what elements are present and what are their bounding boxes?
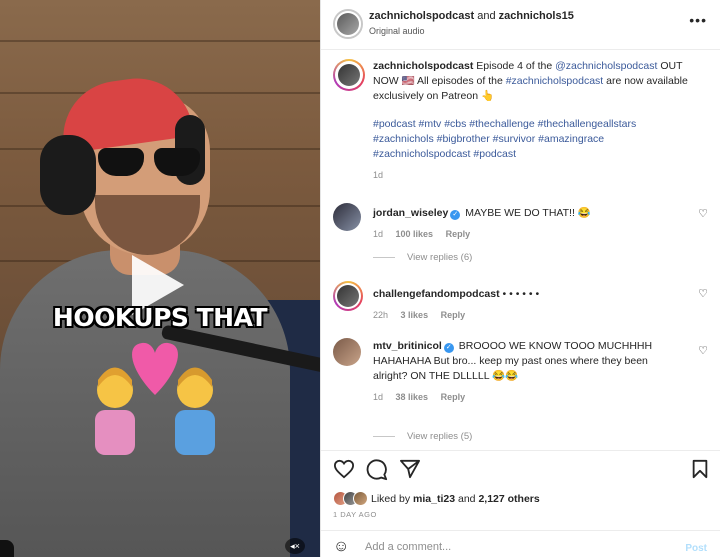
liker-avatar	[353, 491, 368, 506]
post-header: zachnicholspodcast and zachnichols15 Ori…	[321, 0, 720, 50]
bookmark-icon[interactable]	[691, 459, 709, 479]
likes-joiner: and	[457, 493, 476, 505]
smiley-icon[interactable]: ☺	[333, 538, 349, 556]
header-user2[interactable]: zachnichols15	[499, 10, 574, 22]
comment-time: 1d	[373, 392, 384, 402]
comment-meta: 22h 3 likes Reply	[373, 308, 693, 323]
comments-scroll[interactable]: zachnicholspodcast Episode 4 of the @zac…	[321, 51, 720, 446]
add-comment-input[interactable]	[365, 541, 645, 553]
header-user1[interactable]: zachnicholspodcast	[369, 10, 474, 22]
caption-hashtags[interactable]: #podcast #mtv #cbs #thechallenge #thecha…	[373, 117, 693, 162]
view-replies-button[interactable]: View replies (6)	[373, 252, 472, 263]
likes-text: Liked by mia_ti23 and 2,127 others	[371, 493, 540, 505]
comment-meta: 1d 38 likes Reply	[373, 390, 673, 405]
caption-text: zachnicholspodcast Episode 4 of the @zac…	[373, 59, 693, 183]
comment-meta: 1d 100 likes Reply	[373, 227, 693, 242]
comment-username[interactable]: mtv_britinicol	[373, 340, 442, 352]
comment-body: challengefandompodcast • • • • • • 22h 3…	[373, 287, 693, 323]
post-comment-button[interactable]: Post	[685, 543, 707, 554]
comment-username[interactable]: jordan_wiseley	[373, 207, 448, 219]
comment-body: jordan_wiseley ✓ MAYBE WE DO THAT!! 😂 1d …	[373, 206, 693, 242]
comment-time: 22h	[373, 310, 389, 320]
add-comment-bar: ☺ Post	[321, 530, 720, 557]
sunglasses	[98, 148, 202, 178]
wood-plank	[0, 40, 320, 42]
caption-hashtag-inline[interactable]: #zachnicholspodcast	[506, 75, 603, 87]
comment-like-heart-icon[interactable]: ♡	[698, 287, 708, 300]
comment-likes[interactable]: 100 likes	[396, 229, 434, 239]
header-joiner: and	[477, 10, 496, 22]
video-corner	[0, 540, 14, 557]
caption-meta: 1d	[373, 168, 693, 183]
commenter-avatar[interactable]	[333, 338, 361, 366]
reel-video[interactable]: HOOKUPS THAT ◂×	[0, 0, 320, 557]
more-horizontal-icon[interactable]: •••	[689, 12, 707, 28]
comment-username[interactable]: challengefandompodcast	[373, 288, 500, 300]
comment-like-heart-icon[interactable]: ♡	[698, 344, 708, 357]
likes-summary: Liked by mia_ti23 and 2,127 others	[333, 490, 713, 508]
likes-prefix: Liked by	[371, 493, 411, 505]
comment-likes[interactable]: 38 likes	[396, 392, 429, 402]
video-caption: HOOKUPS THAT	[52, 303, 268, 332]
comment-time: 1d	[373, 229, 384, 239]
view-replies-button[interactable]: View replies (5)	[373, 431, 472, 442]
caption-time: 1d	[373, 170, 384, 180]
likes-others[interactable]: 2,127 others	[478, 493, 539, 505]
liker-avatars	[333, 491, 368, 507]
comment-item: jordan_wiseley ✓ MAYBE WE DO THAT!! 😂 1d …	[333, 201, 708, 267]
paper-plane-icon[interactable]	[399, 459, 421, 479]
post-date: 1 DAY AGO	[333, 510, 377, 519]
comment-item: mtv_britinicol ✓ BROOOO WE KNOW TOOO MUCH…	[333, 338, 708, 446]
comment-reply-button[interactable]: Reply	[441, 392, 466, 402]
comment-icon[interactable]	[366, 459, 388, 481]
comment-like-heart-icon[interactable]: ♡	[698, 207, 708, 220]
comment-text: • • • • • •	[502, 288, 540, 300]
commenter-avatar[interactable]	[333, 203, 361, 231]
comment-body: mtv_britinicol ✓ BROOOO WE KNOW TOOO MUCH…	[373, 339, 673, 405]
original-audio-link[interactable]: Original audio	[369, 26, 425, 36]
comment-item: challengefandompodcast • • • • • • 22h 3…	[333, 281, 708, 323]
headphone-left	[40, 135, 96, 215]
caption-text-before: Episode 4 of the	[476, 60, 553, 72]
comment-text: MAYBE WE DO THAT!! 😂	[465, 207, 591, 219]
caption-username[interactable]: zachnicholspodcast	[373, 60, 473, 72]
caption-mention[interactable]: @zachnicholspodcast	[555, 60, 657, 72]
likes-user[interactable]: mia_ti23	[413, 493, 455, 505]
comment-reply-button[interactable]: Reply	[441, 310, 466, 320]
comment-reply-button[interactable]: Reply	[446, 229, 471, 239]
heart-icon[interactable]	[333, 459, 355, 479]
couple-with-heart-icon	[95, 342, 215, 455]
verified-badge-icon: ✓	[450, 210, 461, 220]
post-panel: zachnicholspodcast and zachnichols15 Ori…	[320, 0, 720, 557]
speaker-muted-icon[interactable]: ◂×	[285, 538, 305, 554]
header-avatar[interactable]	[333, 9, 363, 39]
caption-avatar[interactable]	[333, 59, 365, 91]
commenter-avatar[interactable]	[333, 281, 363, 311]
action-bar	[321, 450, 720, 486]
verified-badge-icon: ✓	[443, 343, 454, 353]
header-usernames: zachnicholspodcast and zachnichols15	[369, 10, 574, 22]
comment-likes[interactable]: 3 likes	[401, 310, 429, 320]
caption-entry: zachnicholspodcast Episode 4 of the @zac…	[333, 59, 708, 189]
